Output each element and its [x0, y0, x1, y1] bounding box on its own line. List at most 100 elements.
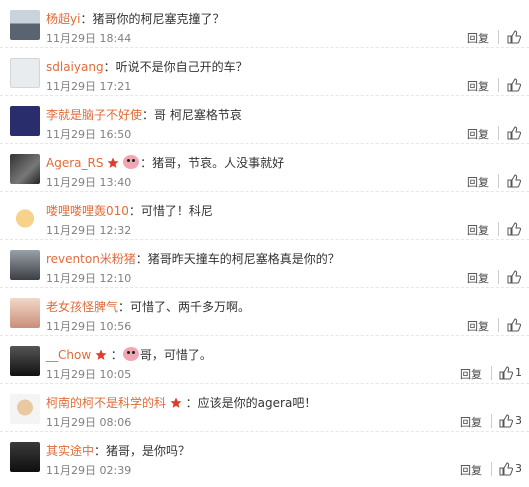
comment-text: ：听说不是你自己开的车？	[103, 60, 248, 74]
reply-button[interactable]: 回复	[460, 368, 482, 382]
comment-text-prefix: ：	[110, 348, 123, 362]
username-link[interactable]: 柯南的柯不是科学的科	[46, 396, 166, 410]
username-link[interactable]: Agera_RS	[46, 156, 103, 170]
like-count: 3	[515, 414, 522, 427]
reply-button[interactable]: 回复	[460, 416, 482, 430]
like-button[interactable]	[507, 270, 523, 284]
reply-button[interactable]: 回复	[460, 464, 482, 478]
star-badge-icon	[107, 157, 119, 168]
comment-time: 11月29日 13:40	[46, 176, 132, 189]
avatar[interactable]	[10, 250, 40, 280]
thumbs-up-icon	[499, 414, 513, 428]
avatar[interactable]	[10, 202, 40, 232]
comment-time: 11月29日 12:32	[46, 224, 132, 237]
comment-item: reventon米粉猪：猪哥昨天撞车的柯尼塞格真是你的？ 11月29日 12:1…	[0, 240, 529, 288]
divider	[498, 30, 499, 44]
reply-button[interactable]: 回复	[467, 128, 489, 142]
reply-button[interactable]: 回复	[467, 176, 489, 190]
username-link[interactable]: 其实途中	[46, 444, 94, 458]
divider	[491, 414, 492, 428]
reply-button[interactable]: 回复	[467, 320, 489, 334]
divider	[491, 462, 492, 476]
avatar[interactable]	[10, 442, 40, 472]
like-button[interactable]: 1	[499, 366, 522, 380]
like-button[interactable]	[507, 126, 523, 140]
comment-time: 11月29日 10:05	[46, 368, 132, 381]
like-button[interactable]	[507, 222, 523, 236]
reply-button[interactable]: 回复	[467, 80, 489, 94]
divider	[498, 174, 499, 188]
comment-text: ：猪哥，节哀。人没事就好	[140, 156, 285, 170]
avatar[interactable]	[10, 10, 40, 40]
like-count: 1	[515, 366, 522, 379]
comment-item: Agera_RS ：猪哥，节哀。人没事就好 11月29日 13:40 回复	[0, 144, 529, 192]
username-link[interactable]: reventon米粉猪	[46, 252, 136, 266]
comment-text: ：猪哥你的柯尼塞克撞了？	[80, 12, 225, 26]
comment-line: reventon米粉猪：猪哥昨天撞车的柯尼塞格真是你的？	[46, 250, 469, 268]
avatar[interactable]	[10, 58, 40, 88]
username-link[interactable]: 杨超yi	[46, 12, 80, 26]
like-button[interactable]: 3	[499, 414, 522, 428]
comment-list: 杨超yi：猪哥你的柯尼塞克撞了？ 11月29日 18:44 回复 sdlaiya…	[0, 0, 529, 480]
pig-face-icon	[123, 155, 140, 169]
comment-text: ：猪哥，是你吗？	[94, 444, 191, 458]
comment-time: 11月29日 16:50	[46, 128, 132, 141]
avatar[interactable]	[10, 154, 40, 184]
comment-line: 李就是脑子不好使：哥 柯尼塞格节哀	[46, 106, 469, 124]
comment-time: 11月29日 12:10	[46, 272, 132, 285]
divider	[498, 270, 499, 284]
comment-item: 李就是脑子不好使：哥 柯尼塞格节哀 11月29日 16:50 回复	[0, 96, 529, 144]
comment-line: sdlaiyang：听说不是你自己开的车？	[46, 58, 469, 76]
comment-line: 喽哩喽哩轰010：可惜了！科尼	[46, 202, 469, 220]
divider	[498, 78, 499, 92]
avatar[interactable]	[10, 346, 40, 376]
comment-item: 杨超yi：猪哥你的柯尼塞克撞了？ 11月29日 18:44 回复	[0, 0, 529, 48]
thumbs-up-icon	[507, 270, 521, 284]
reply-button[interactable]: 回复	[467, 224, 489, 238]
thumbs-up-icon	[507, 126, 521, 140]
thumbs-up-icon	[507, 222, 521, 236]
username-link[interactable]: sdlaiyang	[46, 60, 104, 74]
comment-time: 11月29日 10:56	[46, 320, 132, 333]
comment-item: __Chow ： 哥，可惜了。 11月29日 10:05 回复 1	[0, 336, 529, 384]
star-badge-icon	[95, 349, 107, 360]
reply-button[interactable]: 回复	[467, 32, 489, 46]
comment-text: ：猪哥昨天撞车的柯尼塞格真是你的？	[135, 252, 340, 266]
comment-line: Agera_RS ：猪哥，节哀。人没事就好	[46, 154, 469, 172]
comment-time: 11月29日 17:21	[46, 80, 132, 93]
like-button[interactable]: 3	[499, 462, 522, 476]
divider	[498, 318, 499, 332]
comment-item: 喽哩喽哩轰010：可惜了！科尼 11月29日 12:32 回复	[0, 192, 529, 240]
like-count: 3	[515, 462, 522, 475]
like-button[interactable]	[507, 30, 523, 44]
username-link[interactable]: 喽哩喽哩轰010	[46, 204, 129, 218]
username-link[interactable]: 老女孩怪脾气	[46, 300, 118, 314]
reply-button[interactable]: 回复	[467, 272, 489, 286]
comment-item: 柯南的柯不是科学的科 ：应该是你的agera吧！ 11月29日 08:06 回复…	[0, 384, 529, 432]
avatar[interactable]	[10, 298, 40, 328]
thumbs-up-icon	[507, 78, 521, 92]
comment-time: 11月29日 08:06	[46, 416, 132, 429]
comment-item: sdlaiyang：听说不是你自己开的车？ 11月29日 17:21 回复	[0, 48, 529, 96]
comment-text: ：应该是你的agera吧！	[185, 396, 317, 410]
username-link[interactable]: __Chow	[46, 348, 91, 362]
comment-text: 哥，可惜了。	[139, 348, 212, 362]
avatar[interactable]	[10, 394, 40, 424]
comment-line: 其实途中：猪哥，是你吗？	[46, 442, 469, 460]
comment-text: ：可惜了、两千多万啊。	[118, 300, 251, 314]
like-button[interactable]	[507, 174, 523, 188]
thumbs-up-icon	[499, 462, 513, 476]
star-badge-icon	[170, 397, 182, 408]
divider	[498, 222, 499, 236]
thumbs-up-icon	[507, 30, 521, 44]
like-button[interactable]	[507, 78, 523, 92]
divider	[491, 366, 492, 380]
comment-line: 杨超yi：猪哥你的柯尼塞克撞了？	[46, 10, 469, 28]
comment-text: ：可惜了！科尼	[128, 204, 213, 218]
username-link[interactable]: 李就是脑子不好使	[46, 108, 142, 122]
comment-line: 柯南的柯不是科学的科 ：应该是你的agera吧！	[46, 394, 469, 412]
like-button[interactable]	[507, 318, 523, 332]
avatar[interactable]	[10, 106, 40, 136]
comment-item: 老女孩怪脾气：可惜了、两千多万啊。 11月29日 10:56 回复	[0, 288, 529, 336]
thumbs-up-icon	[507, 318, 521, 332]
